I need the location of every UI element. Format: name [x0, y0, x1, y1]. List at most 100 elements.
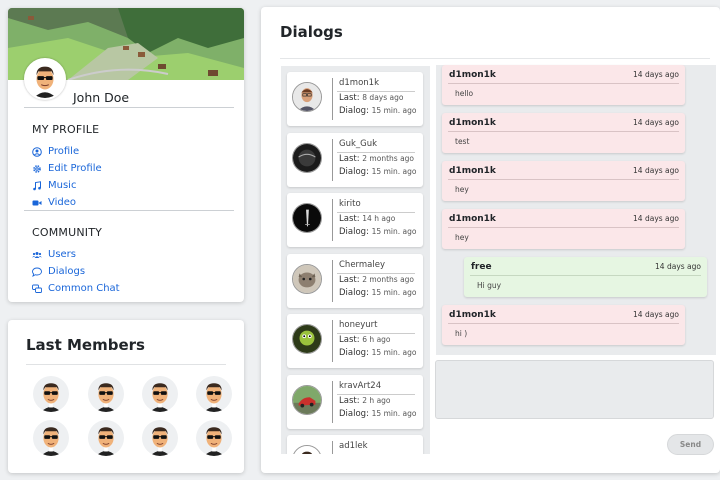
last-prefix: Last: [339, 395, 360, 406]
message-text: hi ) [455, 329, 468, 338]
member-avatar[interactable] [142, 420, 178, 456]
divider [332, 320, 333, 362]
divider [280, 58, 710, 59]
dialog-item-d1mon1k[interactable]: d1mon1k Last: 8 days ago Dialog: 15 min.… [287, 72, 423, 126]
divider [448, 323, 679, 324]
member-avatar[interactable] [33, 420, 69, 456]
member-avatar[interactable] [88, 376, 124, 412]
dialog-prefix: Dialog: [339, 227, 369, 237]
last-value: 2 months ago [362, 153, 415, 163]
nav-link-music[interactable]: Music [32, 180, 76, 191]
message-time: 14 days ago [633, 166, 679, 175]
nav-link-profile[interactable]: Profile [32, 146, 79, 157]
member-avatar[interactable] [196, 376, 232, 412]
dialog-item-kirito[interactable]: kirito Last: 14 h ago Dialog: 15 min. ag… [287, 193, 423, 247]
last-members-title: Last Members [26, 336, 145, 354]
dialog-duration: Dialog: 15 min. ago [339, 167, 416, 177]
divider [332, 380, 333, 423]
user-circle-icon [32, 146, 42, 157]
message-time: 14 days ago [633, 118, 679, 127]
dialog-prefix: Dialog: [339, 106, 369, 116]
dialog-prefix: Dialog: [339, 348, 369, 358]
last-prefix: Last: [339, 335, 360, 345]
dialog-last-seen: Last: 2 months ago [339, 275, 414, 285]
member-avatar[interactable] [196, 420, 232, 456]
dialog-value: 15 min. ago [371, 166, 417, 176]
dialog-last-seen: Last: 2 h ago [339, 396, 391, 406]
speech-bubble-icon [32, 267, 42, 277]
divider [337, 393, 415, 395]
nav-link-dialogs[interactable]: Dialogs [32, 266, 85, 277]
dialog-last-seen: Last: 8 days ago [339, 93, 403, 103]
dialog-prefix: Dialog: [339, 287, 369, 298]
last-members-card: Last Members [8, 320, 244, 473]
divider [332, 138, 333, 181]
dialogs-card: Dialogs d1mon1k Last: 8 days ago Dialog:… [261, 7, 720, 473]
last-prefix: Last: [339, 214, 360, 224]
dialog-item-ad1lek[interactable]: ad1lek Last: Dialog: [287, 435, 423, 454]
community-heading: COMMUNITY [32, 226, 103, 239]
member-avatar[interactable] [33, 376, 69, 412]
dialog-avatar [292, 82, 322, 112]
dialog-name: kirito [339, 199, 361, 209]
music-note-icon [33, 180, 41, 190]
divider [448, 227, 679, 228]
last-prefix: Last: [339, 153, 360, 164]
divider [332, 441, 333, 454]
last-prefix: Last: [339, 274, 360, 285]
dialog-prefix: Dialog: [339, 166, 369, 177]
dialog-duration: Dialog: 15 min. ago [339, 409, 416, 419]
dialog-duration: Dialog: 15 min. ago [339, 227, 416, 237]
message-author: d1mon1k [449, 310, 496, 320]
message-author: d1mon1k [449, 118, 496, 128]
dialog-last-seen: Last: 14 h ago [339, 214, 395, 224]
nav-link-label: Common Chat [48, 283, 120, 294]
nav-link-label: Users [48, 249, 77, 260]
dialog-item-kravart24[interactable]: kravArt24 Last: 2 h ago Dialog: 15 min. … [287, 374, 423, 429]
dialog-list[interactable]: d1mon1k Last: 8 days ago Dialog: 15 min.… [281, 66, 430, 454]
message-input[interactable] [435, 360, 714, 419]
dialog-item-honeyurt[interactable]: honeyurt Last: 6 h ago Dialog: 15 min. a… [287, 314, 423, 368]
nav-link-label: Dialogs [48, 266, 86, 277]
divider [332, 199, 333, 241]
message-time: 14 days ago [655, 262, 701, 271]
nav-link-label: Video [48, 197, 77, 208]
incoming-message: d1mon1k 14 days ago hey [442, 161, 685, 201]
divider [470, 275, 701, 276]
dialog-avatar [292, 384, 322, 415]
dialog-value: 15 min. ago [371, 227, 417, 236]
dialog-item-chermaley[interactable]: Chermaley Last: 2 months ago Dialog: 15 … [287, 253, 423, 308]
dialog-name: ad1lek [339, 441, 368, 451]
message-text: hello [455, 89, 474, 98]
divider [332, 259, 333, 302]
incoming-message: d1mon1k 14 days ago hi ) [442, 305, 685, 345]
nav-link-video[interactable]: Video [32, 197, 76, 208]
nav-link-common-chat[interactable]: Common Chat [32, 283, 120, 294]
dialog-avatar [292, 203, 322, 233]
dialog-avatar [292, 324, 322, 354]
user-avatar[interactable] [24, 58, 66, 100]
nav-link-edit-profile[interactable]: Edit Profile [32, 163, 102, 174]
member-avatar[interactable] [88, 420, 124, 456]
send-button[interactable]: Send [667, 434, 714, 455]
message-text: hey [455, 233, 469, 242]
divider [337, 151, 415, 153]
dialog-duration: Dialog: 15 min. ago [339, 106, 416, 116]
incoming-message: d1mon1k 14 days ago test [442, 113, 685, 153]
dialog-value: 15 min. ago [371, 408, 417, 418]
dialog-name: Chermaley [339, 259, 386, 270]
user-name: John Doe [73, 90, 130, 105]
divider [448, 83, 679, 84]
dialog-item-guk-guk[interactable]: Guk_Guk Last: 2 months ago Dialog: 15 mi… [287, 132, 423, 187]
message-author: d1mon1k [449, 166, 496, 176]
dialog-name: honeyurt [339, 320, 378, 330]
dialog-name: kravArt24 [339, 380, 382, 391]
profile-card: John Doe MY PROFILE Profile Edit Profile… [8, 8, 244, 302]
member-avatar[interactable] [142, 376, 178, 412]
nav-link-users[interactable]: Users [32, 249, 76, 260]
chat-bubbles-icon [32, 284, 42, 293]
divider [337, 333, 415, 334]
divider [26, 364, 226, 365]
dialog-name: d1mon1k [339, 78, 380, 88]
users-icon [32, 251, 42, 258]
